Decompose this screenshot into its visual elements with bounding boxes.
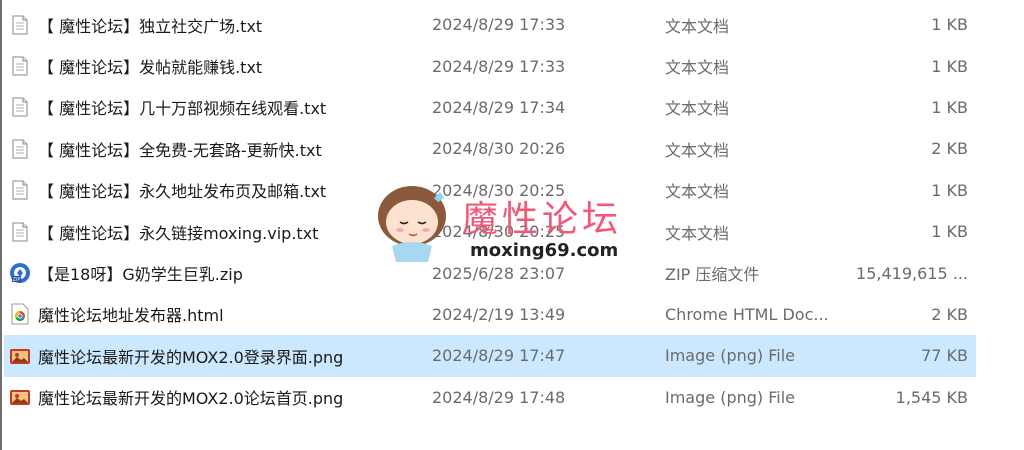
file-size: 1 KB (931, 97, 968, 117)
text-file-icon (8, 13, 32, 37)
file-size: 1 KB (931, 15, 968, 35)
file-size: 1 KB (931, 222, 968, 242)
svg-text:ZIP: ZIP (13, 277, 21, 283)
file-name: 魔性论坛最新开发的MOX2.0登录界面.png (38, 347, 344, 367)
file-date: 2025/6/28 23:07 (432, 263, 566, 283)
file-name: 【 魔性论坛】永久链接moxing.vip.txt (38, 223, 319, 243)
file-type: 文本文档 (665, 16, 730, 36)
file-type: Image (png) File (665, 346, 795, 366)
file-name: 魔性论坛地址发布器.html (38, 306, 224, 326)
file-row[interactable]: 【 魔性论坛】几十万部视频在线观看.txt 2024/8/29 17:34 文本… (4, 87, 976, 128)
file-list: 【 魔性论坛】独立社交广场.txt 2024/8/29 17:33 文本文档 1… (4, 4, 976, 418)
text-file-icon (8, 54, 32, 78)
file-name: 【 魔性论坛】全免费-无套路-更新快.txt (38, 140, 322, 160)
file-name: 【是18呀】G奶学生巨乳.zip (38, 265, 243, 285)
file-date: 2024/8/30 20:25 (432, 180, 566, 200)
file-date: 2024/8/29 17:34 (432, 97, 566, 117)
image-file-icon (8, 344, 32, 368)
file-size: 1 KB (931, 56, 968, 76)
text-file-icon (8, 137, 32, 161)
file-type: Image (png) File (665, 387, 795, 407)
file-size: 77 KB (921, 346, 968, 366)
image-file-icon (8, 385, 32, 409)
file-name: 【 魔性论坛】独立社交广场.txt (38, 16, 263, 36)
file-row[interactable]: 魔性论坛地址发布器.html 2024/2/19 13:49 Chrome HT… (4, 294, 976, 335)
file-type: 文本文档 (665, 99, 730, 119)
window-left-edge (0, 0, 2, 450)
file-size: 1 KB (931, 180, 968, 200)
file-size: 2 KB (931, 139, 968, 159)
file-date: 2024/8/29 17:48 (432, 387, 566, 407)
file-name: 【 魔性论坛】几十万部视频在线观看.txt (38, 99, 327, 119)
file-date: 2024/8/29 17:47 (432, 346, 566, 366)
file-row[interactable]: 【 魔性论坛】永久地址发布页及邮箱.txt 2024/8/30 20:25 文本… (4, 170, 976, 211)
file-date: 2024/2/19 13:49 (432, 304, 566, 324)
file-type: 文本文档 (665, 58, 730, 78)
file-date: 2024/8/29 17:33 (432, 56, 566, 76)
zip-file-icon: ZIP (8, 261, 32, 285)
file-name: 【 魔性论坛】永久地址发布页及邮箱.txt (38, 182, 327, 202)
file-row[interactable]: 魔性论坛最新开发的MOX2.0论坛首页.png 2024/8/29 17:48 … (4, 377, 976, 418)
file-type: 文本文档 (665, 223, 730, 243)
file-date: 2024/8/30 20:25 (432, 222, 566, 242)
file-type: ZIP 压缩文件 (665, 265, 760, 285)
text-file-icon (8, 95, 32, 119)
file-size: 15,419,615 ... (856, 263, 968, 283)
file-date: 2024/8/29 17:33 (432, 15, 566, 35)
file-name: 魔性论坛最新开发的MOX2.0论坛首页.png (38, 389, 344, 409)
file-name: 【 魔性论坛】发帖就能赚钱.txt (38, 58, 263, 78)
file-size: 1,545 KB (895, 387, 968, 407)
text-file-icon (8, 178, 32, 202)
file-type: 文本文档 (665, 140, 730, 160)
chrome-html-icon (8, 302, 32, 326)
file-type: 文本文档 (665, 182, 730, 202)
text-file-icon (8, 220, 32, 244)
file-type: Chrome HTML Doc... (665, 304, 829, 324)
file-row[interactable]: 【 魔性论坛】永久链接moxing.vip.txt 2024/8/30 20:2… (4, 211, 976, 252)
file-size: 2 KB (931, 304, 968, 324)
file-row[interactable]: ZIP 【是18呀】G奶学生巨乳.zip 2025/6/28 23:07 ZIP… (4, 252, 976, 293)
file-row[interactable]: 【 魔性论坛】全免费-无套路-更新快.txt 2024/8/30 20:26 文… (4, 128, 976, 169)
file-date: 2024/8/30 20:26 (432, 139, 566, 159)
file-row[interactable]: 【 魔性论坛】独立社交广场.txt 2024/8/29 17:33 文本文档 1… (4, 4, 976, 45)
file-row-selected[interactable]: 魔性论坛最新开发的MOX2.0登录界面.png 2024/8/29 17:47 … (4, 335, 976, 377)
file-row[interactable]: 【 魔性论坛】发帖就能赚钱.txt 2024/8/29 17:33 文本文档 1… (4, 45, 976, 86)
